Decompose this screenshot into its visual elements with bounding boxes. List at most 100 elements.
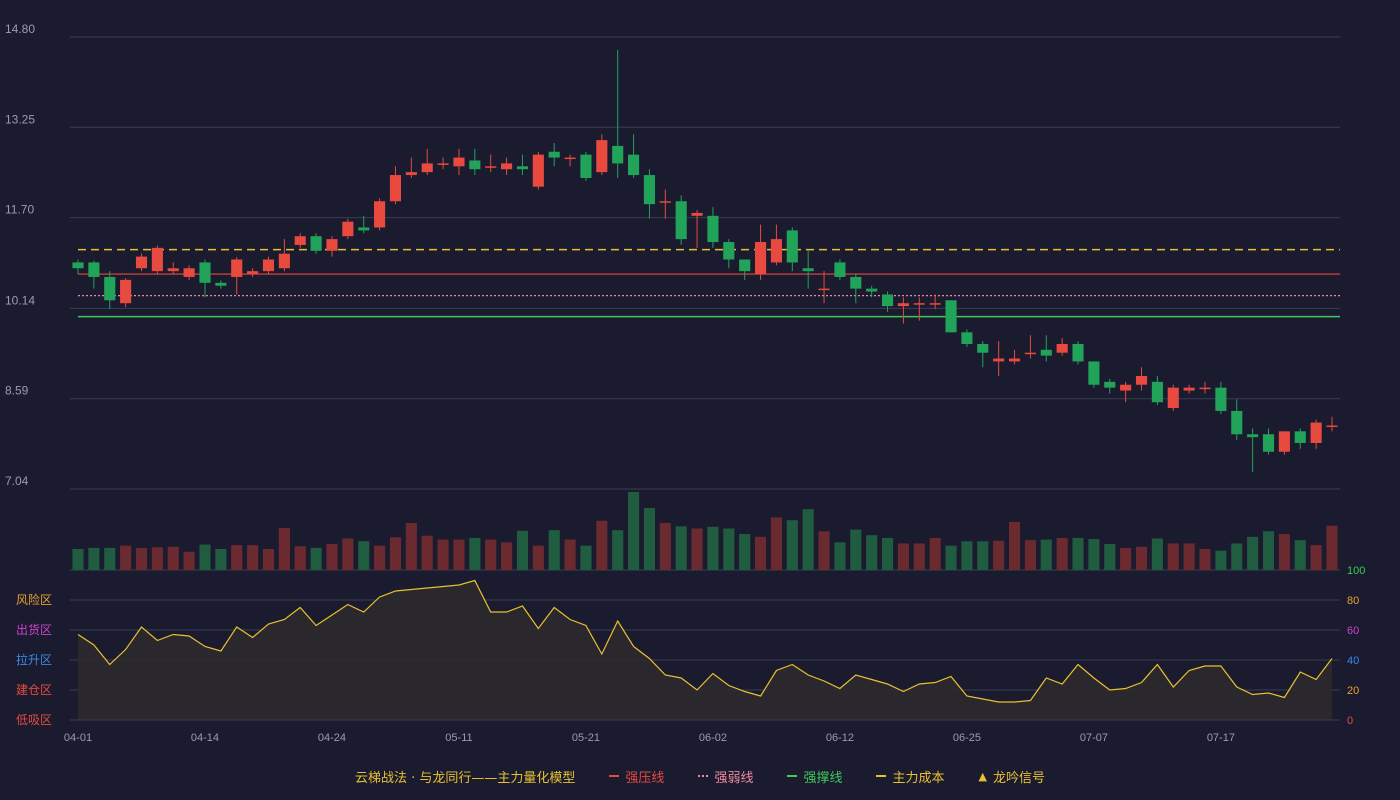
volume-bar [1215, 550, 1227, 570]
volume-bar [548, 530, 560, 570]
candle-body [866, 288, 878, 292]
volume-bar [897, 543, 909, 570]
volume-bar [659, 522, 671, 570]
legend: 云梯战法 · 与龙同行——主力量化模型 强压线 强弱线 强撑线 主力成本 ▲ 龙… [0, 764, 1400, 788]
candle-body [389, 175, 402, 202]
volume-bar [151, 547, 163, 570]
candle-body [278, 253, 290, 269]
candle-body [739, 259, 751, 272]
zone-labels: 风险区出货区拉升区建仓区低吸区 [16, 592, 52, 727]
volume-bar [469, 537, 481, 570]
volume-bar [1278, 534, 1290, 570]
candle-body [501, 163, 513, 170]
volume-bar [739, 534, 751, 570]
legend-label-cost: 主力成本 [892, 770, 945, 786]
volume-bar [453, 539, 465, 570]
candle-body [1310, 422, 1322, 443]
candle-body [1088, 361, 1100, 385]
candle-body [120, 279, 132, 304]
price-axis: 14.80 13.25 11.70 10.14 8.59 7.04 [5, 22, 35, 488]
volume-bar [516, 530, 529, 570]
volume-bar [1008, 521, 1021, 570]
volume-bar [310, 547, 322, 570]
date-tick-label: 06-12 [826, 732, 854, 744]
candle-body [1151, 381, 1163, 403]
zone-label: 低吸区 [16, 713, 52, 727]
candle-body [1008, 358, 1021, 362]
volume-bar [405, 522, 417, 570]
candle-body [929, 303, 941, 305]
model-tick-label: 20 [1347, 685, 1359, 697]
candle-body [374, 201, 386, 228]
date-tick-label: 06-25 [953, 732, 981, 744]
date-tick-label: 04-14 [191, 732, 219, 744]
legend-item-signal[interactable]: ▲ 龙吟信号 [978, 767, 1044, 786]
candle-body [215, 282, 227, 286]
candle-body [755, 242, 767, 275]
model-tick-label: 60 [1347, 625, 1359, 637]
candle-body [342, 221, 354, 237]
volume-bar [231, 545, 243, 570]
candle-body [1104, 381, 1116, 388]
candle-body [580, 154, 592, 178]
candle-body [294, 236, 306, 245]
date-tick-label: 05-21 [572, 732, 600, 744]
candle-body [72, 262, 84, 269]
candle-body [628, 154, 640, 176]
candle-body [1056, 343, 1068, 353]
legend-title[interactable]: 云梯战法 · 与龙同行——主力量化模型 [355, 767, 575, 786]
candle-body [993, 358, 1005, 362]
legend-item-support[interactable]: 强撑线 [787, 767, 842, 786]
candle-body [1199, 387, 1211, 390]
model-area [78, 580, 1332, 720]
candle-body [405, 172, 417, 176]
candle-body [913, 303, 925, 305]
volume-bars [72, 492, 1338, 570]
volume-bar [755, 536, 767, 570]
zone-label: 风险区 [16, 592, 52, 607]
volume-bar [850, 529, 862, 570]
candle-body [564, 157, 576, 160]
volume-bar [199, 544, 211, 570]
candle-body [199, 262, 211, 283]
price-tick-label: 11.70 [5, 203, 34, 217]
volume-bar [1167, 543, 1179, 570]
candle-body [1120, 384, 1132, 391]
volume-bar [88, 547, 100, 570]
candle-body [167, 268, 179, 272]
volume-bar [580, 545, 592, 570]
volume-bar [342, 538, 354, 570]
model-series [77, 579, 1333, 720]
volume-bar [1294, 540, 1306, 570]
candle-body [897, 303, 909, 307]
volume-bar [104, 547, 116, 570]
volume-bar [1183, 543, 1195, 570]
volume-bar [961, 541, 973, 570]
candle-body [548, 151, 560, 158]
candle-body [659, 201, 671, 203]
model-tick-label: 40 [1347, 655, 1359, 667]
volume-bar [691, 528, 703, 570]
candle-body [104, 276, 116, 301]
candle-body [770, 239, 782, 263]
volume-bar [1199, 548, 1211, 570]
candle-body [88, 262, 100, 277]
candle-body [1135, 376, 1148, 385]
candle-body [516, 166, 529, 170]
candle-body [1278, 431, 1290, 452]
volume-bar [945, 545, 957, 570]
candle-body [596, 140, 608, 173]
volume-bar [421, 535, 433, 570]
legend-item-weak[interactable]: 强弱线 [698, 767, 753, 786]
candle-body [881, 294, 894, 307]
candle-body [1167, 387, 1179, 409]
volume-bar [1040, 539, 1052, 570]
legend-item-cost[interactable]: 主力成本 [876, 767, 944, 786]
volume-bar [501, 542, 513, 570]
legend-item-pressure[interactable]: 强压线 [609, 767, 664, 786]
volume-bar [358, 541, 370, 570]
volume-bar [135, 547, 148, 570]
candle-body [1294, 431, 1306, 443]
volume-bar [612, 530, 624, 570]
price-tick-label: 7.04 [5, 474, 29, 488]
